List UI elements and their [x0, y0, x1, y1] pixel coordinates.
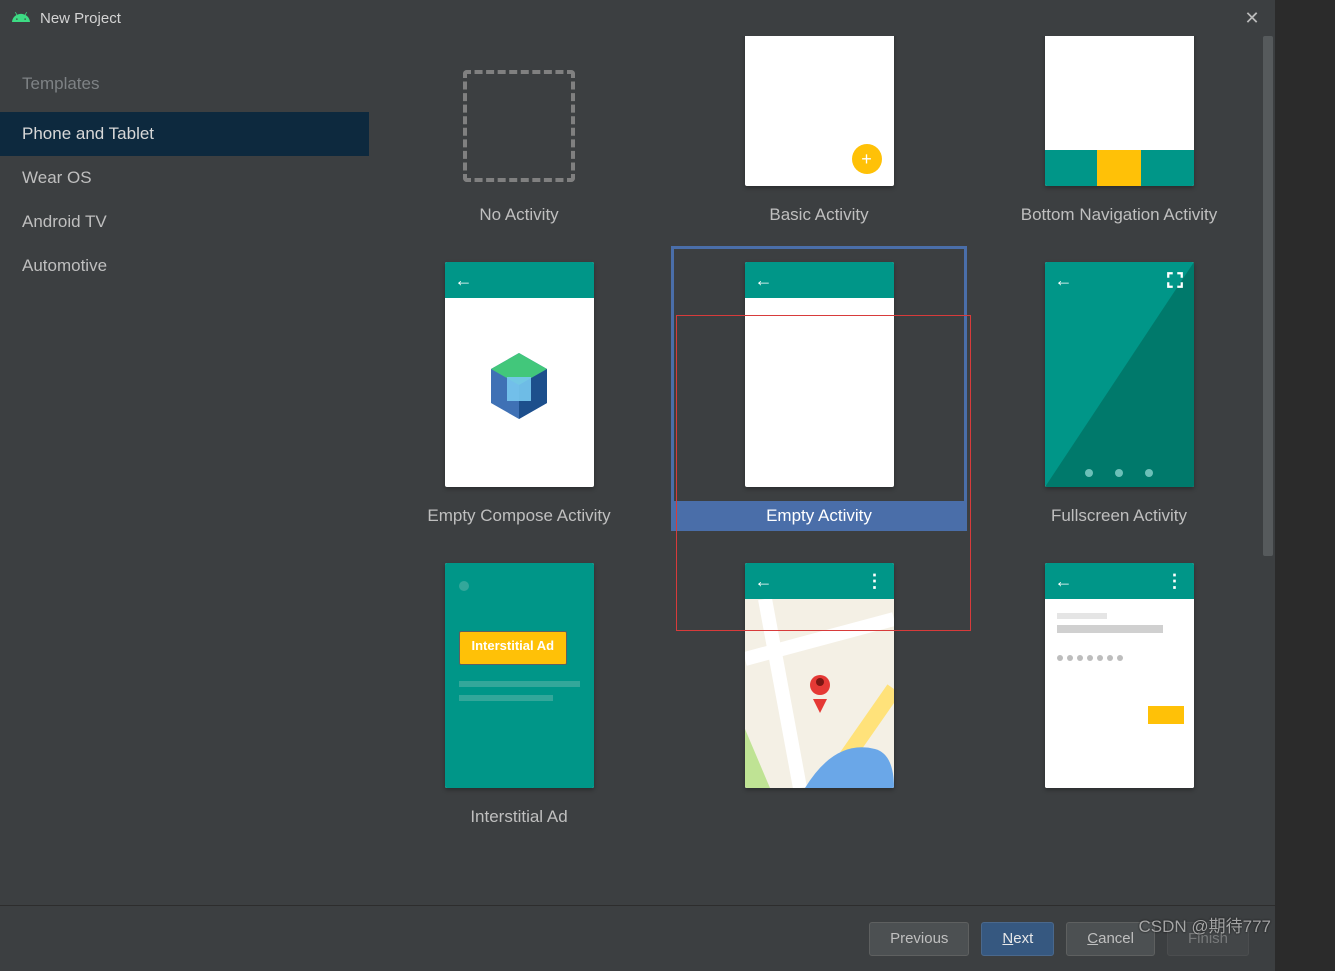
back-arrow-icon: ←: [1055, 270, 1073, 291]
back-arrow-icon: ←: [1055, 571, 1073, 592]
template-maps-activity[interactable]: ←⋮: [745, 563, 894, 832]
sidebar-item-android-tv[interactable]: Android TV: [0, 200, 369, 244]
cancel-button[interactable]: Cancel: [1066, 922, 1155, 956]
dashed-box-icon: [463, 70, 575, 182]
ad-button-label: Interstitial Ad: [459, 631, 568, 665]
template-no-activity[interactable]: No Activity: [445, 36, 594, 230]
sidebar-heading: Templates: [0, 62, 369, 112]
fab-plus-icon: +: [852, 144, 882, 174]
more-icon: ⋮: [866, 571, 884, 592]
dialog-body: Templates Phone and Tablet Wear OS Andro…: [0, 36, 1275, 905]
template-label: Empty Activity: [671, 501, 967, 531]
sidebar: Templates Phone and Tablet Wear OS Andro…: [0, 36, 369, 905]
template-label: No Activity: [479, 200, 558, 230]
dialog-title: New Project: [40, 10, 1241, 27]
template-label: Interstitial Ad: [470, 802, 567, 832]
new-project-dialog: New Project ✕ Templates Phone and Tablet…: [0, 0, 1275, 971]
template-empty-compose[interactable]: ← Empty Compose Activity: [427, 262, 610, 531]
back-arrow-icon: ←: [455, 270, 473, 291]
titlebar: New Project ✕: [0, 0, 1275, 36]
scrollbar[interactable]: [1261, 36, 1275, 905]
template-label: Empty Compose Activity: [427, 501, 610, 531]
close-icon[interactable]: ✕: [1241, 7, 1263, 29]
finish-button: Finish: [1167, 922, 1249, 956]
template-bottom-navigation[interactable]: Bottom Navigation Activity: [1021, 36, 1218, 230]
template-label: Basic Activity: [769, 200, 868, 230]
template-fullscreen[interactable]: ← Fullscreen Activity: [1045, 262, 1194, 531]
next-button[interactable]: Next: [981, 922, 1054, 956]
template-login-activity[interactable]: ←⋮: [1045, 563, 1194, 832]
template-label: Bottom Navigation Activity: [1021, 200, 1218, 230]
scrollbar-thumb[interactable]: [1263, 36, 1273, 556]
sidebar-item-wear-os[interactable]: Wear OS: [0, 156, 369, 200]
back-arrow-icon: ←: [755, 571, 773, 592]
previous-button[interactable]: Previous: [869, 922, 969, 956]
more-icon: ⋮: [1166, 571, 1184, 592]
template-label: Fullscreen Activity: [1051, 501, 1187, 531]
template-gallery: No Activity + Basic Activity Bottom Navi…: [369, 36, 1275, 905]
sidebar-item-automotive[interactable]: Automotive: [0, 244, 369, 288]
fullscreen-icon: [1166, 271, 1184, 289]
footer: Previous Next Cancel Finish: [0, 905, 1275, 971]
template-empty-activity[interactable]: ← Empty Activity: [671, 246, 967, 531]
compose-cube-icon: [487, 351, 551, 421]
android-icon: [12, 12, 30, 24]
sidebar-item-phone-tablet[interactable]: Phone and Tablet: [0, 112, 369, 156]
back-arrow-icon: ←: [755, 270, 773, 291]
template-basic-activity[interactable]: + Basic Activity: [745, 36, 894, 230]
template-interstitial-ad[interactable]: Interstitial Ad Interstitial Ad: [445, 563, 594, 832]
